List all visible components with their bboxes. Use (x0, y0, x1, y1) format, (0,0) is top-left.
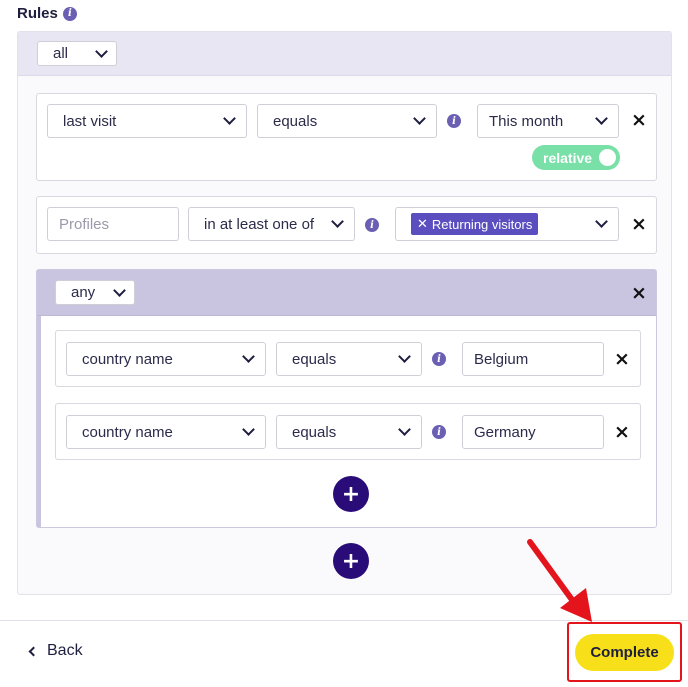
remove-rule-icon[interactable]: × (631, 111, 647, 130)
back-label: Back (47, 642, 83, 659)
add-rule-outer-button[interactable]: + (333, 543, 369, 579)
rule-country-belgium: country name equals i Belgium × (55, 330, 641, 387)
red-arrow-annotation (527, 539, 592, 622)
rule1-value-select[interactable]: This month (477, 104, 619, 138)
tag-label: Returning visitors (431, 216, 533, 232)
inner-rule2-value-input[interactable]: Germany (462, 415, 604, 449)
inner-rule2-field-value: country name (82, 423, 173, 441)
rule-last-visit: last visit equals i This month × relativ… (36, 93, 657, 181)
chevron-left-icon (28, 646, 39, 656)
inner-rule1-field-select[interactable]: country name (66, 342, 266, 376)
rule2-field-input[interactable]: Profiles (47, 207, 179, 241)
rule1-value: This month (489, 112, 564, 130)
rule2-operator-select[interactable]: in at least one of (188, 207, 355, 241)
add-rule-inner-button[interactable]: + (333, 476, 369, 512)
info-icon[interactable]: i (432, 352, 446, 366)
chevron-down-icon (413, 112, 426, 125)
rule1-field-select[interactable]: last visit (47, 104, 247, 138)
chevron-down-icon (595, 215, 608, 228)
plus-icon: + (341, 481, 361, 507)
rule1-operator-select[interactable]: equals (257, 104, 437, 138)
chevron-down-icon (398, 423, 411, 436)
rule1-field-value: last visit (63, 112, 117, 130)
remove-group-icon[interactable]: × (631, 284, 647, 303)
inner-rule2-operator-value: equals (292, 423, 337, 441)
rule-country-germany: country name equals i Germany × (55, 403, 641, 460)
back-button[interactable]: Back (28, 642, 83, 660)
remove-rule-icon[interactable]: × (631, 215, 647, 234)
rules-title: Rules (17, 5, 58, 22)
inner-rule2-field-select[interactable]: country name (66, 415, 266, 449)
outer-match-select-value: all (53, 45, 69, 62)
chevron-down-icon (242, 350, 255, 363)
chevron-down-icon (113, 283, 126, 297)
chevron-down-icon (223, 112, 236, 125)
info-icon[interactable]: i (62, 6, 77, 21)
inner-match-select-value: any (71, 284, 96, 301)
inner-match-select[interactable]: any (55, 280, 135, 305)
chevron-down-icon (398, 350, 411, 363)
relative-toggle[interactable]: relative (532, 145, 621, 170)
relative-toggle-label: relative (543, 149, 593, 166)
chevron-down-icon (95, 44, 108, 58)
inner-rule1-operator-select[interactable]: equals (276, 342, 422, 376)
chevron-down-icon (331, 215, 344, 228)
chevron-down-icon (242, 423, 255, 436)
info-icon[interactable]: i (365, 218, 379, 232)
toggle-knob (599, 149, 617, 166)
outer-match-select[interactable]: all (37, 41, 117, 66)
remove-rule-icon[interactable]: × (614, 423, 630, 442)
complete-button[interactable]: Complete (575, 634, 674, 671)
tag-returning-visitors[interactable]: ✕ Returning visitors (411, 213, 539, 235)
outer-group-header: all (18, 32, 671, 76)
remove-rule-icon[interactable]: × (614, 350, 630, 369)
rule1-operator-value: equals (273, 112, 318, 130)
inner-rule1-field-value: country name (82, 350, 173, 368)
tag-remove-icon[interactable]: ✕ (417, 216, 428, 232)
chevron-down-icon (595, 112, 608, 125)
inner-group-header: any × (37, 270, 656, 316)
inner-rule1-value-input[interactable]: Belgium (462, 342, 604, 376)
info-icon[interactable]: i (432, 425, 446, 439)
plus-icon: + (341, 548, 361, 574)
rule2-value-multiselect[interactable]: ✕ Returning visitors (395, 207, 619, 241)
inner-rule1-operator-value: equals (292, 350, 337, 368)
group-indent-bar (37, 316, 41, 527)
rule-profiles: Profiles in at least one of i ✕ Returnin… (36, 196, 657, 254)
inner-rule2-operator-select[interactable]: equals (276, 415, 422, 449)
rules-header: Rules i (17, 5, 77, 22)
info-icon[interactable]: i (447, 114, 461, 128)
rule2-operator-value: in at least one of (204, 215, 315, 233)
